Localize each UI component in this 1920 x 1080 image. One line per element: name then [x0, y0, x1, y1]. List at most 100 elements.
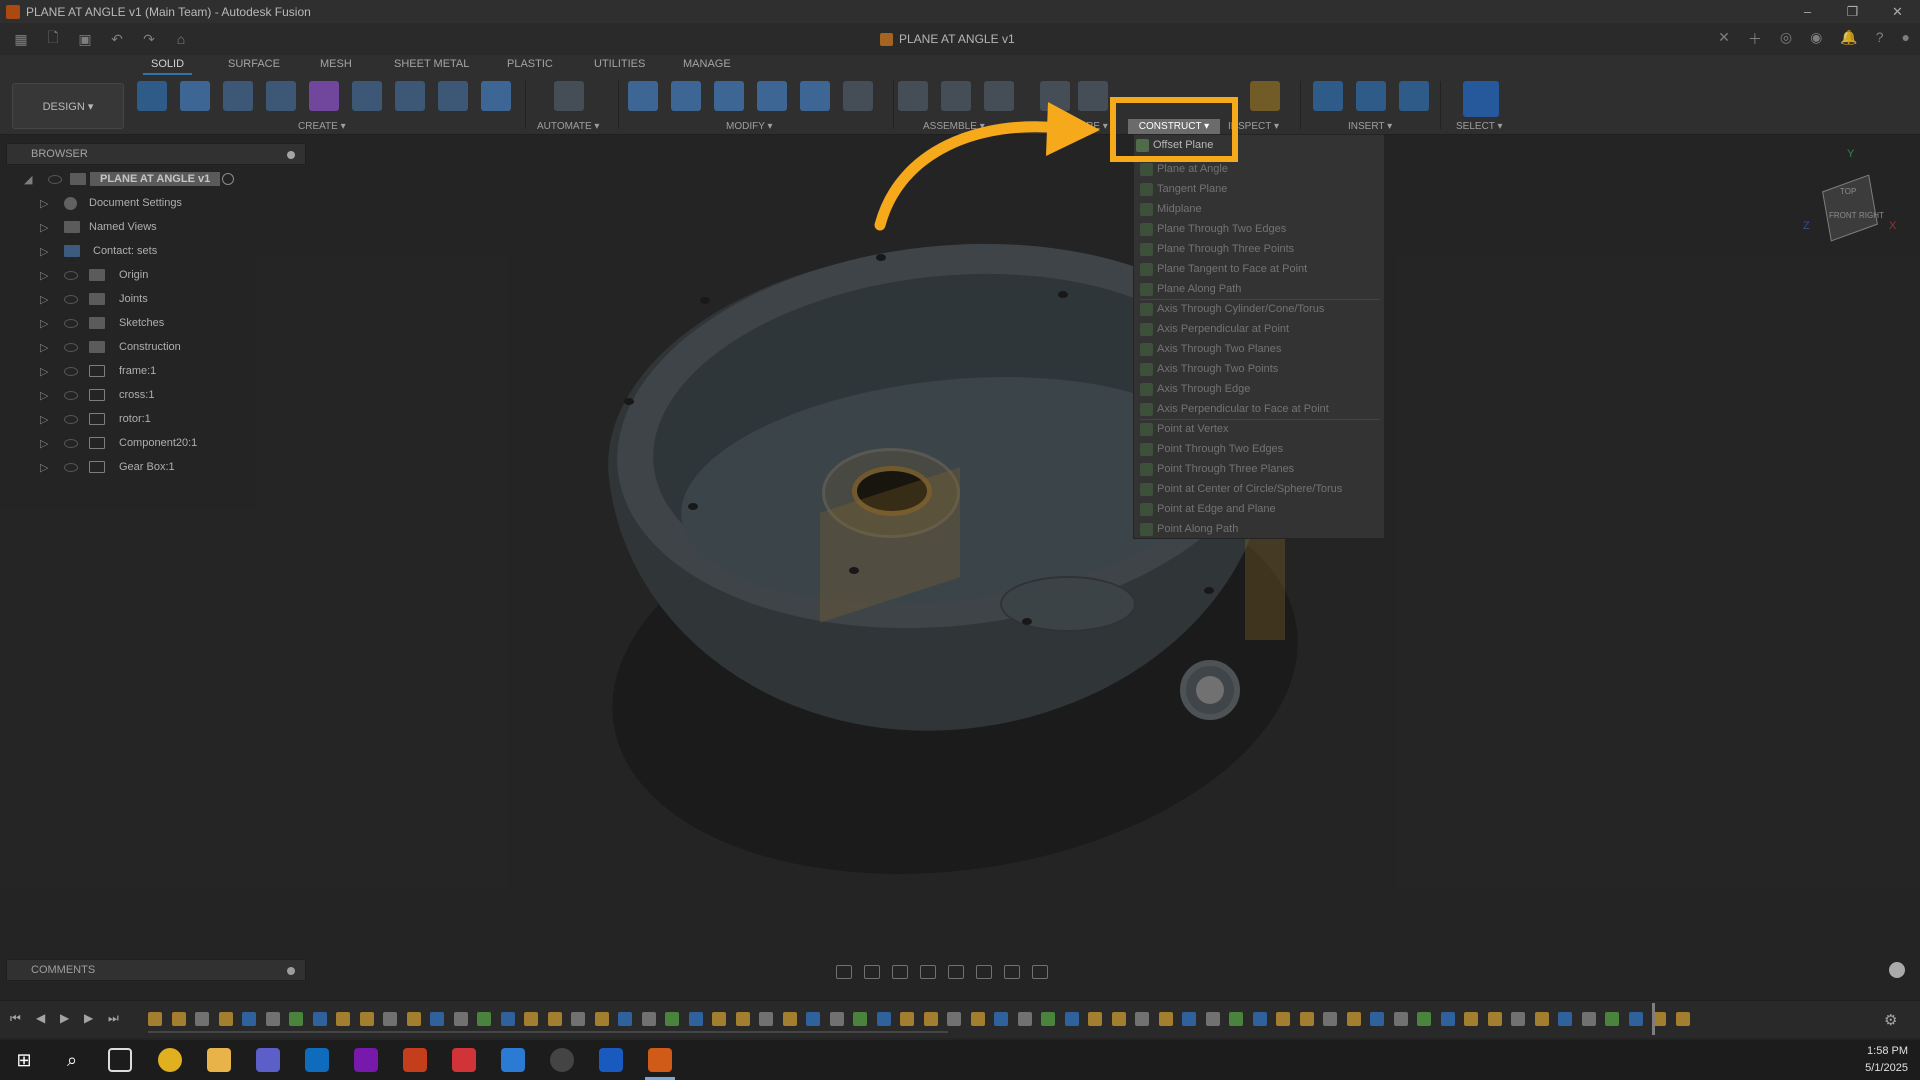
timeline-feature-step[interactable]	[947, 1012, 961, 1026]
timeline-back-icon[interactable]: ◀	[36, 1011, 45, 1025]
tree-item[interactable]: ▷ Joints	[0, 288, 310, 310]
timeline-end-icon[interactable]: ⏭	[108, 1011, 119, 1026]
comments-panel-header[interactable]: COMMENTS	[6, 959, 306, 981]
search-icon[interactable]: ⌕	[60, 1048, 84, 1072]
timeline-feature-step[interactable]	[1276, 1012, 1290, 1026]
timeline-feature-step[interactable]	[806, 1012, 820, 1026]
media-player-icon[interactable]	[550, 1048, 574, 1072]
browser-panel-header[interactable]: BROWSER	[6, 143, 306, 165]
construct-menu-item[interactable]: Point at Vertex	[1134, 419, 1386, 439]
timeline-feature-step[interactable]	[547, 1012, 562, 1026]
mirror-icon[interactable]	[352, 81, 382, 111]
tab-solid[interactable]: SOLID	[142, 58, 193, 75]
timeline-feature-step[interactable]	[1605, 1012, 1619, 1026]
job-status-icon[interactable]: ◉	[1810, 29, 1822, 49]
workspace-switcher-button[interactable]: DESIGN ▾	[12, 83, 124, 129]
timeline-feature-step[interactable]	[665, 1012, 679, 1026]
timeline-feature-step[interactable]	[1158, 1012, 1173, 1026]
view-cube-face[interactable]	[1822, 174, 1878, 242]
construct-menu-item[interactable]: Plane Through Three Points	[1134, 239, 1386, 259]
tree-item[interactable]: ▷ frame:1	[0, 360, 310, 382]
timeline-feature-step[interactable]	[289, 1012, 303, 1026]
chamfer-icon[interactable]	[714, 81, 744, 111]
notifications-bell-icon[interactable]: 🔔	[1840, 29, 1857, 49]
word-icon[interactable]	[599, 1048, 623, 1072]
timeline-feature-step[interactable]	[641, 1012, 656, 1026]
automate-group-label[interactable]: AUTOMATE ▾	[537, 121, 599, 132]
timeline-feature-step[interactable]	[312, 1012, 327, 1026]
measure-icon[interactable]	[1250, 81, 1280, 111]
fit-icon[interactable]	[948, 965, 964, 979]
activate-radio-icon[interactable]	[222, 173, 234, 185]
timeline-settings-gear-icon[interactable]: ⚙	[1884, 1011, 1897, 1029]
chat-bubble-icon[interactable]	[1889, 962, 1905, 978]
teams-icon[interactable]	[256, 1048, 280, 1072]
construct-menu-item[interactable]: Tangent Plane	[1134, 179, 1386, 199]
document-tab[interactable]: PLANE AT ANGLE v1	[880, 29, 1015, 49]
timeline-feature-step[interactable]	[1088, 1012, 1102, 1026]
expand-icon[interactable]: ▷	[40, 389, 48, 402]
timeline-feature-step[interactable]	[171, 1012, 186, 1026]
timeline-play-icon[interactable]: ▶	[60, 1011, 69, 1025]
grid-icon[interactable]	[1004, 965, 1020, 979]
timeline-feature-step[interactable]	[1041, 1012, 1055, 1026]
timeline-feature-step[interactable]	[1511, 1012, 1525, 1026]
restore-button[interactable]: ❐	[1830, 0, 1875, 23]
zoom-icon[interactable]	[920, 965, 936, 979]
timeline-feature-step[interactable]	[618, 1012, 632, 1026]
expand-icon[interactable]: ▷	[40, 365, 48, 378]
timeline-feature-step[interactable]	[1299, 1012, 1314, 1026]
expand-icon[interactable]: ▷	[40, 461, 48, 474]
expand-icon[interactable]: ▷	[40, 437, 48, 450]
modify-group-label[interactable]: MODIFY ▾	[726, 121, 773, 132]
new-tab-icon[interactable]: ＋	[1748, 29, 1762, 49]
save-icon[interactable]: ▣	[74, 31, 96, 48]
insert-group-label[interactable]: INSERT ▾	[1348, 121, 1392, 132]
extrude-icon[interactable]	[180, 81, 210, 111]
pattern-icon[interactable]	[266, 81, 296, 111]
undo-icon[interactable]: ↶	[106, 31, 128, 48]
tree-item[interactable]: ▷ Gear Box:1	[0, 456, 310, 478]
look-at-icon[interactable]	[864, 965, 880, 979]
tree-item[interactable]: ▷ Contact: sets	[0, 240, 310, 262]
timeline-feature-step[interactable]	[712, 1012, 726, 1026]
construct-menu-item[interactable]: Midplane	[1134, 199, 1386, 219]
visibility-eye-icon[interactable]	[64, 462, 78, 472]
expand-icon[interactable]: ▷	[40, 269, 48, 282]
visibility-eye-icon[interactable]	[48, 174, 62, 184]
view-cube[interactable]: TOP FRONT RIGHT	[1815, 174, 1885, 245]
construct-menu-item[interactable]: Plane Along Path	[1134, 279, 1386, 299]
fusion-taskbar-icon[interactable]	[648, 1048, 672, 1072]
visibility-eye-icon[interactable]	[64, 342, 78, 352]
snagit-editor-icon[interactable]	[501, 1048, 525, 1072]
construct-menu-item[interactable]: Axis Through Cylinder/Cone/Torus	[1134, 299, 1386, 319]
automate-icon[interactable]	[554, 81, 584, 111]
select-icon[interactable]	[1463, 81, 1499, 117]
timeline-feature-step[interactable]	[1135, 1012, 1149, 1026]
timeline-feature-step[interactable]	[1487, 1012, 1502, 1026]
timeline-feature-step[interactable]	[242, 1012, 256, 1026]
timeline-feature-step[interactable]	[1229, 1012, 1243, 1026]
timeline-marker[interactable]	[1652, 1003, 1655, 1035]
tab-plastic[interactable]: PLASTIC	[507, 58, 553, 70]
construct-menu-item[interactable]: Point at Center of Circle/Sphere/Torus	[1134, 479, 1386, 499]
user-avatar[interactable]: ●	[1902, 29, 1910, 49]
browser-pin-icon[interactable]	[287, 151, 295, 159]
snagit-icon[interactable]	[452, 1048, 476, 1072]
timeline-feature-step[interactable]	[359, 1012, 374, 1026]
timeline-forward-icon[interactable]: ▶	[84, 1011, 93, 1025]
tree-item[interactable]: ▷ cross:1	[0, 384, 310, 406]
timeline-feature-step[interactable]	[1417, 1012, 1431, 1026]
tree-item[interactable]: ▷ Construction	[0, 336, 310, 358]
orbit-icon[interactable]	[836, 965, 852, 979]
timeline-feature-step[interactable]	[1205, 1012, 1220, 1026]
timeline-feature-step[interactable]	[970, 1012, 985, 1026]
box-icon[interactable]	[481, 81, 511, 111]
timeline-feature-step[interactable]	[876, 1012, 891, 1026]
timeline-feature-step[interactable]	[1346, 1012, 1361, 1026]
comments-add-icon[interactable]	[287, 967, 295, 975]
expand-icon[interactable]: ▷	[40, 221, 48, 234]
help-icon[interactable]: ?	[1876, 29, 1884, 49]
timeline-feature-step[interactable]	[524, 1012, 538, 1026]
tree-item[interactable]: ▷ rotor:1	[0, 408, 310, 430]
